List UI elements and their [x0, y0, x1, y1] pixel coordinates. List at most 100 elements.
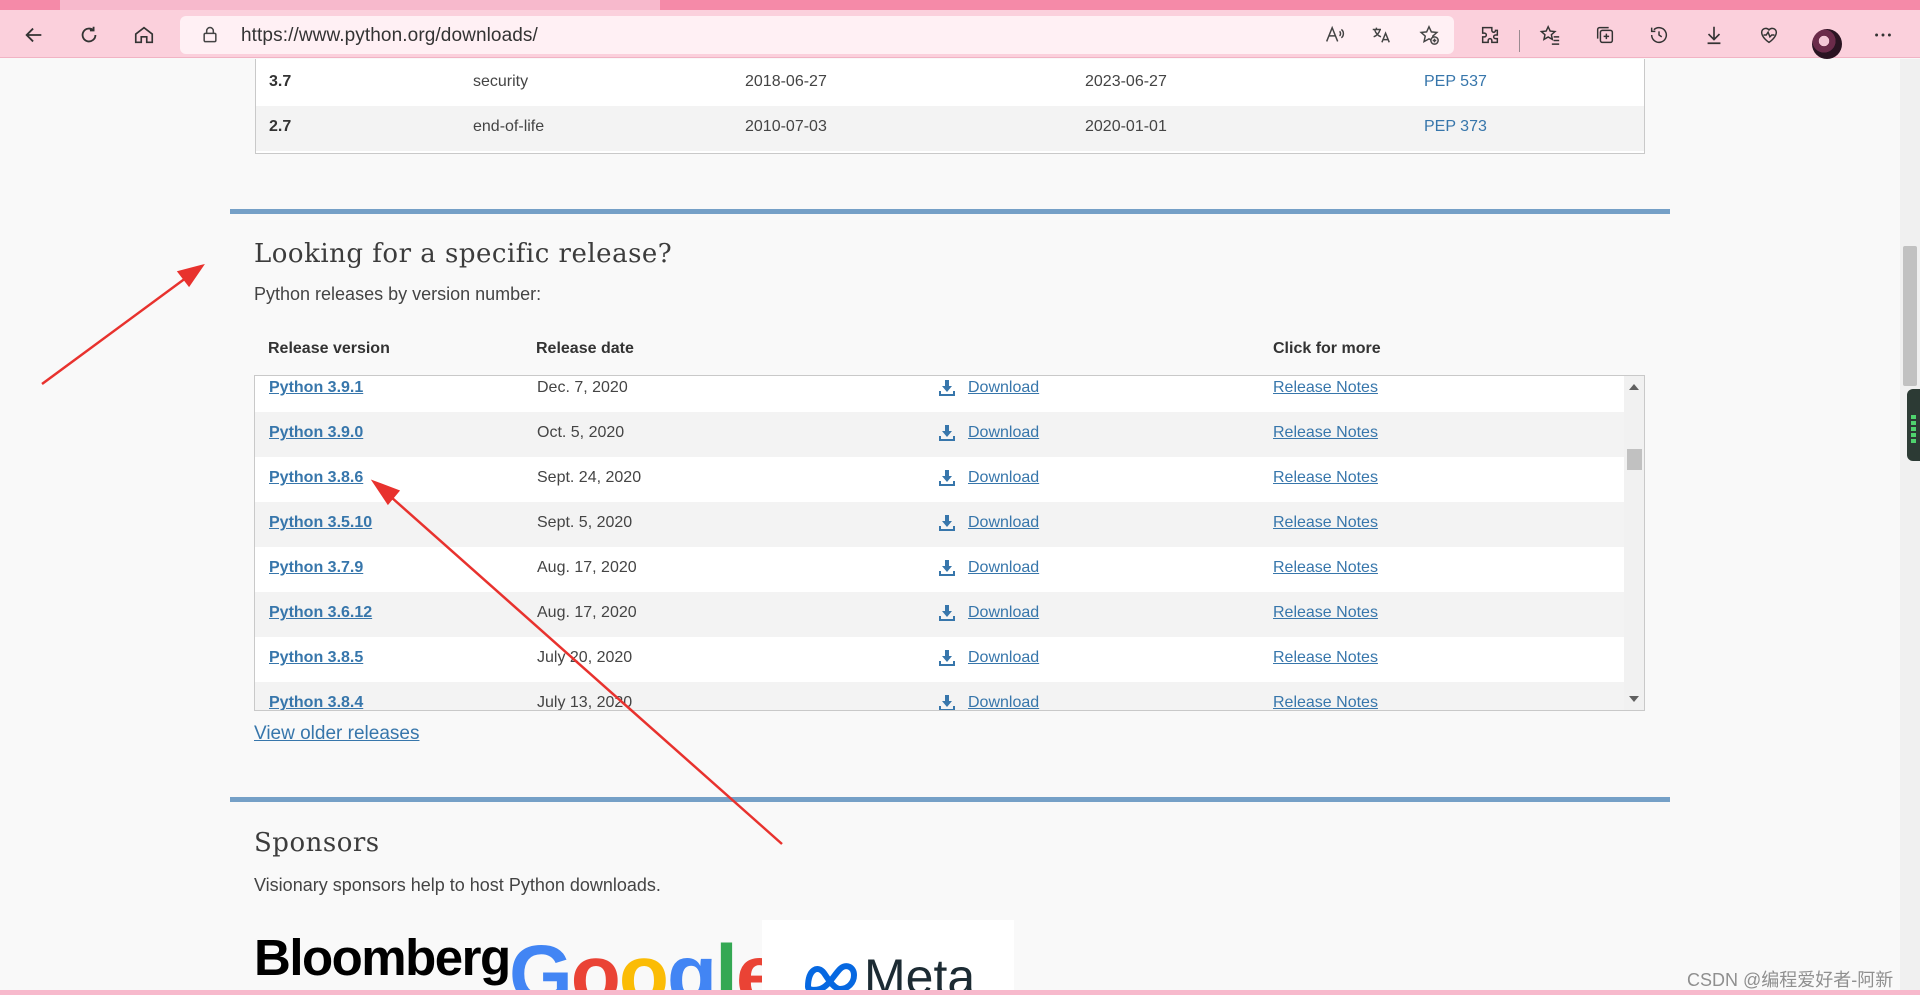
release-version-link[interactable]: Python 3.9.0: [269, 424, 363, 442]
release-date: July 13, 2020: [537, 694, 633, 711]
address-bar[interactable]: https://www.python.org/downloads/: [180, 16, 1454, 54]
release-row: Python 3.9.0 Oct. 5, 2020 Download Release …: [255, 412, 1624, 457]
download-label: Download: [968, 379, 1040, 396]
section-divider: [230, 209, 1670, 214]
release-version-link[interactable]: Python 3.8.5: [269, 649, 363, 667]
specific-release-heading: Looking for a specific release?: [254, 239, 673, 269]
download-icon: [939, 470, 955, 486]
download-label: Download: [968, 559, 1040, 576]
release-notes-link[interactable]: Release Notes: [1273, 694, 1378, 710]
browser-toolbar: https://www.python.org/downloads/: [0, 10, 1920, 59]
download-link[interactable]: Download: [938, 559, 1039, 577]
table-row: 3.7 security 2018-06-27 2023-06-27 PEP 5…: [256, 61, 1644, 106]
release-notes-link[interactable]: Release Notes: [1273, 649, 1378, 667]
download-label: Download: [968, 514, 1040, 531]
history-icon: [1650, 27, 1668, 44]
favorites-icon: [1539, 25, 1560, 45]
refresh-button[interactable]: [72, 18, 106, 52]
add-favorite-icon[interactable]: [1418, 24, 1440, 46]
download-link[interactable]: Download: [938, 694, 1039, 710]
download-arrow-icon: [1707, 26, 1721, 45]
release-version-link[interactable]: Python 3.6.12: [269, 604, 372, 622]
release-notes-link[interactable]: Release Notes: [1273, 469, 1378, 487]
version-cell: 2.7: [269, 118, 292, 135]
home-button[interactable]: [127, 18, 161, 52]
tab-edge-active[interactable]: [660, 0, 1920, 10]
extensions-button[interactable]: [1473, 18, 1507, 52]
release-list-scrollbar[interactable]: [1624, 376, 1644, 710]
bloomberg-logo[interactable]: Bloomberg: [254, 928, 511, 987]
release-version-link[interactable]: Python 3.9.1: [269, 379, 363, 397]
profile-avatar[interactable]: [1812, 29, 1842, 59]
back-button[interactable]: [17, 18, 51, 52]
scroll-down-arrow[interactable]: [1629, 696, 1639, 702]
release-row: Python 3.8.4 July 13, 2020 Download Release…: [255, 682, 1624, 711]
meta-logo-card[interactable]: Meta: [762, 920, 1014, 995]
release-version-link[interactable]: Python 3.5.10: [269, 514, 372, 532]
pep-link[interactable]: PEP 373: [1424, 118, 1487, 136]
release-notes-link[interactable]: Release Notes: [1273, 424, 1378, 442]
download-label: Download: [968, 649, 1040, 666]
download-icon: [939, 380, 955, 396]
released-cell: 2010-07-03: [745, 118, 827, 135]
release-version-link[interactable]: Python 3.8.6: [269, 469, 363, 487]
tab-edge-left[interactable]: [0, 0, 60, 10]
sponsors-subtitle: Visionary sponsors help to host Python d…: [254, 875, 661, 895]
release-row: Python 3.8.6 Sept. 24, 2020 Download Releas…: [255, 457, 1624, 502]
download-icon: [939, 425, 955, 441]
released-cell: 2018-06-27: [745, 73, 827, 90]
sponsor-logos: Bloomberg Google Meta: [254, 920, 1014, 995]
column-header-date: Release date: [536, 340, 634, 357]
version-cell: 3.7: [269, 73, 292, 90]
meta-logo: Meta: [802, 948, 975, 995]
google-logo[interactable]: Google: [509, 934, 781, 995]
download-label: Download: [968, 424, 1040, 441]
settings-menu-button[interactable]: [1866, 18, 1900, 52]
release-notes-link[interactable]: Release Notes: [1273, 604, 1378, 622]
page-scroll-thumb[interactable]: [1903, 246, 1917, 386]
lock-icon[interactable]: [200, 25, 220, 45]
release-list[interactable]: Python 3.9.1 Dec. 7, 2020 Download Release …: [254, 375, 1645, 711]
scroll-thumb[interactable]: [1627, 449, 1642, 470]
release-date: Sept. 5, 2020: [537, 514, 633, 531]
csdn-watermark: CSDN @编程爱好者-阿新: [1687, 970, 1894, 990]
release-version-link[interactable]: Python 3.7.9: [269, 559, 363, 577]
url-text[interactable]: https://www.python.org/downloads/: [241, 25, 538, 47]
read-aloud-icon[interactable]: [1323, 24, 1345, 46]
specific-release-subtitle: Python releases by version number:: [254, 284, 542, 304]
release-version-link[interactable]: Python 3.8.4: [269, 694, 363, 710]
collections-button[interactable]: [1588, 18, 1622, 52]
download-link[interactable]: Download: [938, 514, 1039, 532]
release-notes-link[interactable]: Release Notes: [1273, 559, 1378, 577]
end-of-support-cell: 2020-01-01: [1085, 118, 1167, 135]
view-older-releases-link[interactable]: View older releases: [254, 723, 419, 745]
release-date: Oct. 5, 2020: [537, 424, 625, 441]
pep-link[interactable]: PEP 537: [1424, 73, 1487, 91]
tab-strip: [0, 0, 1920, 10]
puzzle-icon: [1481, 26, 1499, 44]
release-notes-link[interactable]: Release Notes: [1273, 379, 1378, 397]
download-link[interactable]: Download: [938, 469, 1039, 487]
download-link[interactable]: Download: [938, 604, 1039, 622]
history-button[interactable]: [1642, 18, 1676, 52]
more-dots-icon: [1875, 33, 1891, 37]
translate-icon[interactable]: [1370, 24, 1392, 46]
release-notes-link[interactable]: Release Notes: [1273, 514, 1378, 532]
performance-button[interactable]: [1752, 18, 1786, 52]
download-link[interactable]: Download: [938, 649, 1039, 667]
scroll-up-arrow[interactable]: [1629, 384, 1639, 390]
download-link[interactable]: Download: [938, 424, 1039, 442]
download-link[interactable]: Download: [938, 379, 1039, 397]
downloads-button[interactable]: [1697, 18, 1731, 52]
download-icon: [939, 695, 955, 710]
end-of-support-cell: 2023-06-27: [1085, 73, 1167, 90]
favorites-button[interactable]: [1533, 18, 1567, 52]
release-date: Aug. 17, 2020: [537, 604, 637, 621]
page-scrollbar[interactable]: [1900, 59, 1920, 995]
meta-wordmark: Meta: [864, 949, 976, 995]
column-header-more: Click for more: [1273, 340, 1381, 357]
status-cell: end-of-life: [473, 118, 545, 135]
column-header-version: Release version: [268, 340, 390, 357]
download-icon: [939, 560, 955, 576]
refresh-icon: [81, 26, 97, 43]
